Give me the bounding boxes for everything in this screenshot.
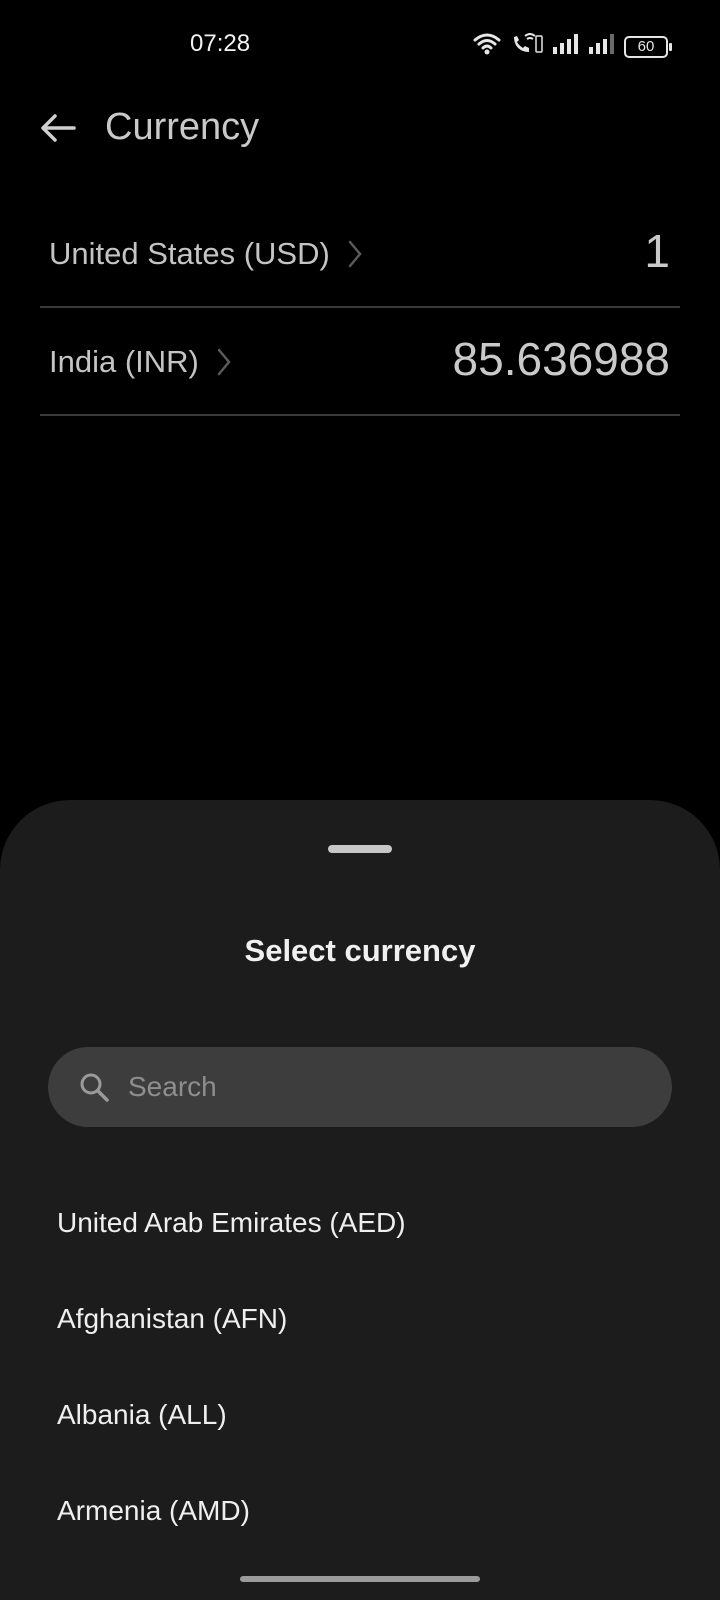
chevron-right-icon [348, 240, 362, 268]
chevron-right-icon [217, 348, 231, 376]
arrow-left-icon [39, 113, 77, 148]
target-currency-row[interactable]: India (INR) 85.636988 [40, 312, 680, 416]
wifi-icon [472, 32, 502, 61]
home-indicator[interactable] [240, 1576, 480, 1582]
target-currency-label: India (INR) [49, 344, 199, 379]
status-bar: 07:28 60 [0, 0, 720, 92]
source-currency-selector[interactable]: United States (USD) [49, 236, 362, 272]
search-icon [78, 1071, 110, 1103]
select-currency-sheet: Select currency United Arab Emirates (AE… [0, 800, 720, 1600]
source-currency-label: United States (USD) [49, 236, 330, 271]
signal-sim1-icon [552, 33, 580, 60]
battery-icon: 60 [624, 35, 672, 58]
search-bar[interactable] [48, 1047, 672, 1127]
source-currency-row[interactable]: United States (USD) 1 [40, 204, 680, 308]
sheet-drag-handle[interactable] [328, 845, 392, 853]
list-item[interactable]: Albania (ALL) [0, 1376, 720, 1472]
search-input[interactable] [128, 1047, 648, 1127]
target-currency-selector[interactable]: India (INR) [49, 344, 231, 380]
vowifi-call-icon [510, 32, 544, 61]
signal-sim2-icon [588, 33, 616, 60]
list-item[interactable]: United Arab Emirates (AED) [0, 1184, 720, 1280]
status-time: 07:28 [190, 30, 251, 57]
currency-screen: 07:28 60 Currency United States (USD) 1 … [0, 0, 720, 1600]
app-header: Currency [0, 96, 720, 162]
source-amount[interactable]: 1 [644, 224, 670, 278]
currency-list: United Arab Emirates (AED) Afghanistan (… [0, 1184, 720, 1568]
back-button[interactable] [30, 102, 86, 158]
list-item[interactable]: Afghanistan (AFN) [0, 1280, 720, 1376]
target-amount[interactable]: 85.636988 [453, 332, 670, 386]
sheet-title: Select currency [244, 933, 476, 968]
status-icons: 60 [472, 32, 672, 61]
list-item[interactable]: Armenia (AMD) [0, 1472, 720, 1568]
page-title: Currency [105, 106, 260, 148]
